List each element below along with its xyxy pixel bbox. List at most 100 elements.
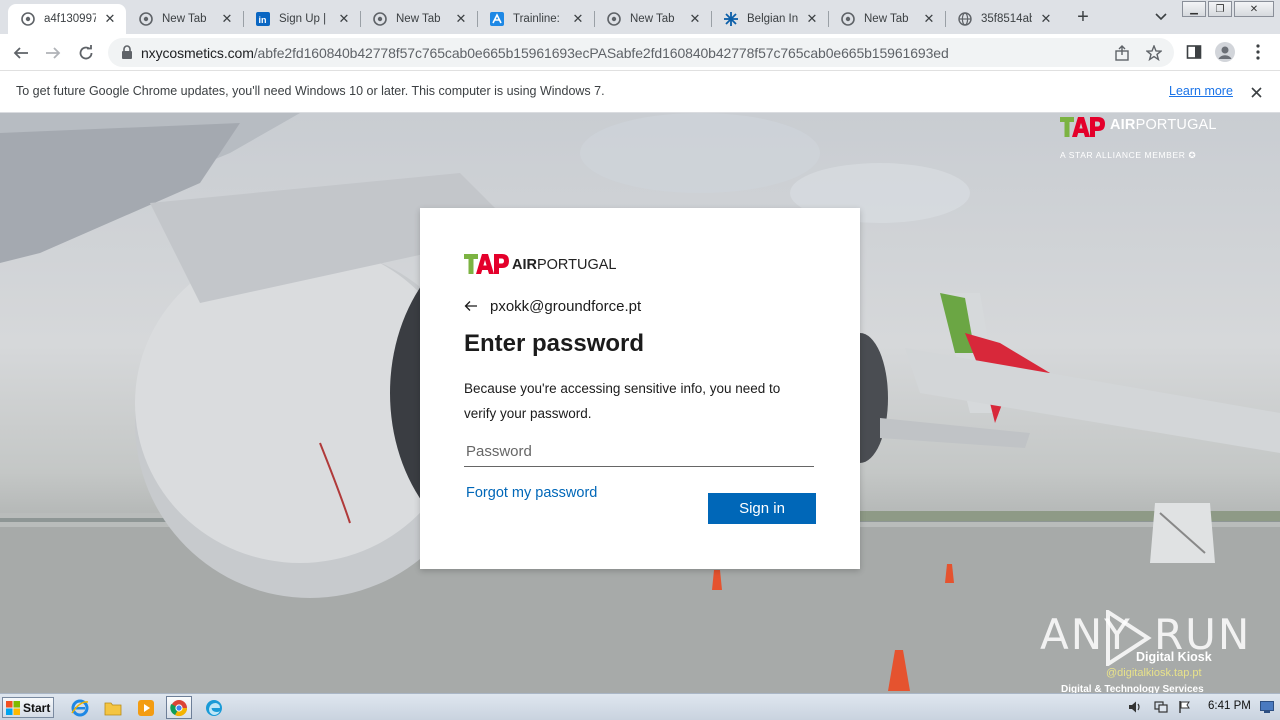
tab-title: Sign Up | Li — [279, 13, 330, 25]
tap-logo-icon — [1060, 117, 1105, 137]
close-icon[interactable]: ✕ — [687, 11, 703, 27]
network-icon[interactable] — [1152, 698, 1170, 716]
brand-name-bold: AIR — [1110, 117, 1136, 133]
chrome-icon[interactable] — [166, 696, 192, 719]
close-window-button[interactable]: ✕ — [1234, 1, 1274, 17]
url-text: nxycosmetics.com/abfe2fd160840b42778f57c… — [141, 45, 949, 61]
new-tab-button[interactable]: + — [1072, 6, 1094, 28]
address-bar[interactable]: nxycosmetics.com/abfe2fd160840b42778f57c… — [108, 38, 1174, 67]
tab-belgian[interactable]: Belgian Ind ✕ — [711, 4, 828, 34]
close-icon[interactable]: ✕ — [102, 11, 118, 27]
svg-text:in: in — [259, 15, 267, 25]
more-menu-icon[interactable] — [1247, 41, 1269, 63]
sign-in-button[interactable]: Sign in — [708, 493, 816, 524]
back-arrow-icon[interactable] — [464, 297, 486, 315]
tab-new-tab-1[interactable]: New Tab ✕ — [126, 4, 243, 34]
side-panel-icon[interactable] — [1183, 41, 1205, 63]
share-icon[interactable] — [1112, 43, 1132, 63]
chevron-down-icon[interactable] — [1152, 8, 1170, 26]
account-email: pxokk@groundforce.pt — [490, 297, 642, 315]
maximize-button[interactable]: ❐ — [1208, 1, 1232, 17]
close-icon[interactable]: ✕ — [921, 11, 937, 27]
close-icon[interactable]: ✕ — [570, 11, 586, 27]
close-icon[interactable]: ✕ — [219, 11, 235, 27]
tab-linkedin[interactable]: in Sign Up | Li ✕ — [243, 4, 360, 34]
signin-card: AIRPORTUGAL pxokk@groundforce.pt Enter p… — [420, 208, 860, 569]
ie-icon[interactable] — [67, 696, 93, 719]
card-logo: AIRPORTUGAL — [464, 252, 624, 278]
windows-logo-icon — [6, 700, 20, 715]
brand-name: AIRPORTUGAL — [512, 257, 617, 273]
minimize-button[interactable]: ▁ — [1182, 1, 1206, 17]
taskbar-clock: 6:41 PM — [1208, 700, 1251, 712]
brand-name-rest: PORTUGAL — [536, 257, 617, 273]
tab-title: 35f8514ab — [981, 13, 1032, 25]
tab-new-tab-2[interactable]: New Tab ✕ — [360, 4, 477, 34]
trainline-icon — [489, 11, 505, 27]
description-text: Because you're accessing sensitive info,… — [464, 381, 781, 421]
login-page-background: AIRPORTUGAL A STAR ALLIANCE MEMBER ✪ AIR… — [0, 113, 1280, 693]
browser-toolbar: nxycosmetics.com/abfe2fd160840b42778f57c… — [0, 34, 1280, 71]
learn-more-link[interactable]: Learn more — [1169, 84, 1233, 98]
tab-new-tab-4[interactable]: New Tab ✕ — [828, 4, 945, 34]
kiosk-url: @digitalkiosk.tap.pt — [1106, 667, 1202, 679]
chrome-page-icon — [372, 11, 388, 27]
profile-avatar-icon[interactable] — [1214, 41, 1236, 63]
volume-icon[interactable] — [1126, 698, 1144, 716]
forgot-password-link[interactable]: Forgot my password — [466, 485, 597, 501]
windows-taskbar: Start 6:41 PM — [0, 693, 1280, 720]
chrome-page-icon — [138, 11, 154, 27]
lock-icon — [122, 45, 132, 59]
brand-name-bold: AIR — [512, 257, 537, 273]
alliance-label: A STAR ALLIANCE MEMBER — [1060, 150, 1186, 160]
chrome-page-icon — [20, 11, 36, 27]
infobar-message: To get future Google Chrome updates, you… — [16, 84, 605, 98]
flag-icon[interactable] — [1176, 698, 1194, 716]
close-icon[interactable]: ✕ — [453, 11, 469, 27]
star-alliance-text: A STAR ALLIANCE MEMBER ✪ — [1060, 150, 1196, 161]
show-desktop-icon[interactable] — [1258, 698, 1276, 716]
tap-logo-icon — [464, 254, 509, 274]
url-host: nxycosmetics.com — [141, 45, 254, 61]
tab-35f8514ab[interactable]: 35f8514ab ✕ — [945, 4, 1062, 34]
start-label: Start — [23, 700, 51, 715]
globe-icon — [957, 11, 973, 27]
tap-brand-header: AIRPORTUGAL A STAR ALLIANCE MEMBER ✪ — [1060, 113, 1220, 163]
brand-name: AIRPORTUGAL — [1110, 117, 1217, 133]
start-button[interactable]: Start — [2, 697, 54, 718]
url-path: /abfe2fd160840b42778f57c765cab0e665b1596… — [253, 45, 949, 61]
close-icon[interactable]: ✕ — [1038, 11, 1054, 27]
tab-title: New Tab — [396, 13, 441, 25]
forward-button[interactable] — [40, 40, 66, 66]
arrow-right-icon — [46, 47, 61, 59]
close-icon[interactable] — [1247, 83, 1265, 101]
media-player-icon[interactable] — [133, 696, 159, 719]
tab-title: a4f130997 — [44, 13, 96, 25]
close-icon[interactable]: ✕ — [336, 11, 352, 27]
chrome-page-icon — [606, 11, 622, 27]
chrome-page-icon — [840, 11, 856, 27]
linkedin-icon: in — [255, 11, 271, 27]
tab-trainline[interactable]: Trainline: Bu ✕ — [477, 4, 594, 34]
password-input[interactable] — [464, 436, 814, 467]
edge-icon[interactable] — [201, 696, 227, 719]
tab-strip: a4f130997 ✕ New Tab ✕ in Sign Up | Li ✕ … — [0, 0, 1280, 34]
reload-button[interactable] — [73, 40, 99, 66]
arrow-left-icon — [13, 47, 28, 59]
tab-title: New Tab — [630, 13, 675, 25]
tab-new-tab-3[interactable]: New Tab ✕ — [594, 4, 711, 34]
page-title: Enter password — [464, 330, 645, 357]
tab-title: Trainline: Bu — [513, 13, 564, 25]
explorer-folder-icon[interactable] — [100, 696, 126, 719]
tab-a4f130997[interactable]: a4f130997 ✕ — [8, 4, 126, 34]
bookmark-star-icon[interactable] — [1144, 43, 1164, 63]
back-button[interactable] — [8, 40, 34, 66]
kiosk-subtitle: Digital & Technology Services — [1061, 684, 1204, 693]
tab-title: New Tab — [864, 13, 909, 25]
tab-title: New Tab — [162, 13, 207, 25]
close-icon[interactable]: ✕ — [804, 11, 820, 27]
identity-banner: pxokk@groundforce.pt — [464, 296, 641, 316]
reload-icon — [79, 45, 93, 60]
update-infobar: To get future Google Chrome updates, you… — [0, 71, 1280, 113]
tab-title: Belgian Ind — [747, 13, 798, 25]
